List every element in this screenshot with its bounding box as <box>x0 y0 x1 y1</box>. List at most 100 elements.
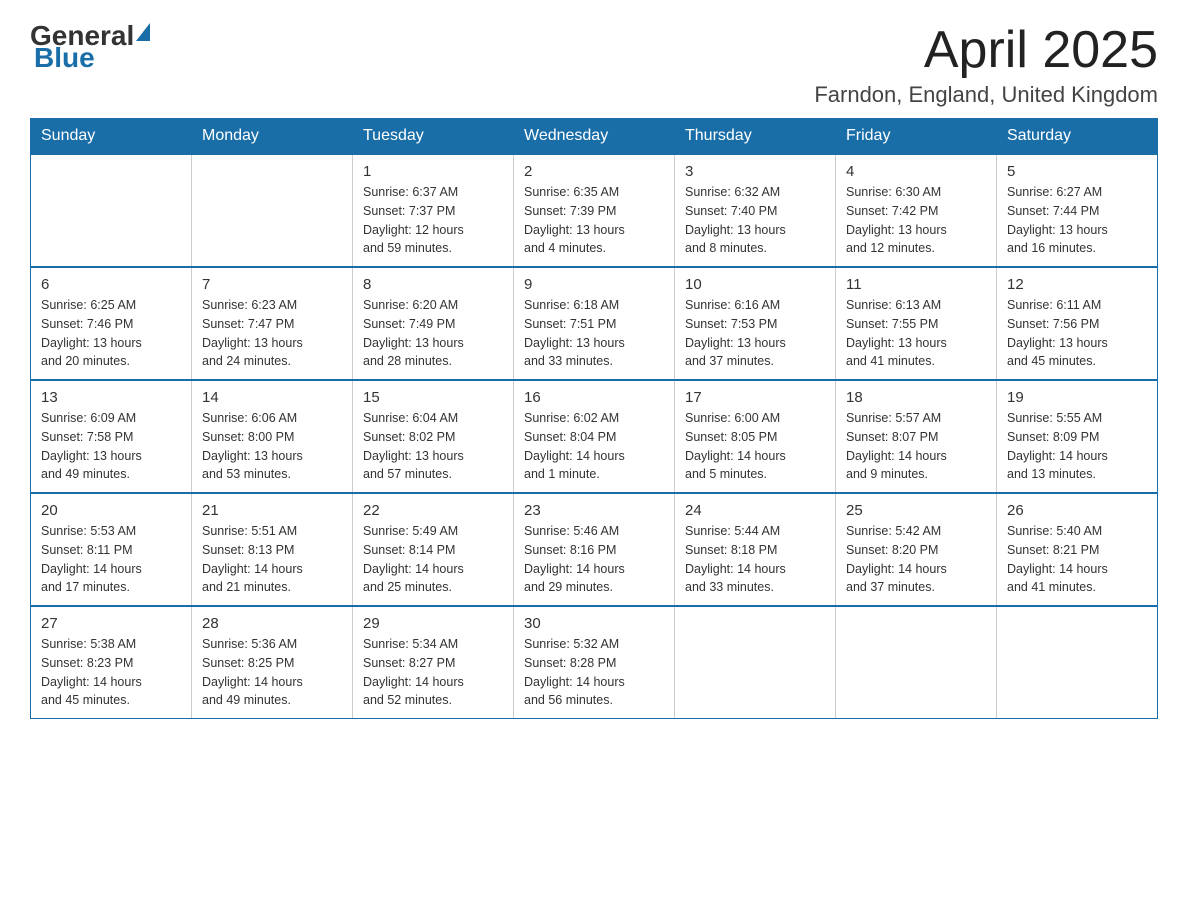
calendar-cell: 23 Sunrise: 5:46 AM Sunset: 8:16 PM Dayli… <box>514 493 675 606</box>
calendar-week-row: 27 Sunrise: 5:38 AM Sunset: 8:23 PM Dayli… <box>31 606 1158 719</box>
day-number: 2 <box>524 163 664 180</box>
calendar-week-row: 13 Sunrise: 6:09 AM Sunset: 7:58 PM Dayli… <box>31 380 1158 493</box>
day-info: Sunrise: 6:37 AM Sunset: 7:37 PM Dayligh… <box>363 183 503 258</box>
day-number: 12 <box>1007 276 1147 293</box>
calendar-day-header: Friday <box>836 119 997 155</box>
calendar-cell: 19 Sunrise: 5:55 AM Sunset: 8:09 PM Dayli… <box>997 380 1158 493</box>
calendar-cell: 6 Sunrise: 6:25 AM Sunset: 7:46 PM Daylig… <box>31 267 192 380</box>
calendar-day-header: Thursday <box>675 119 836 155</box>
calendar-cell <box>836 606 997 719</box>
day-number: 9 <box>524 276 664 293</box>
day-info: Sunrise: 6:06 AM Sunset: 8:00 PM Dayligh… <box>202 409 342 484</box>
calendar-cell: 9 Sunrise: 6:18 AM Sunset: 7:51 PM Daylig… <box>514 267 675 380</box>
day-info: Sunrise: 5:46 AM Sunset: 8:16 PM Dayligh… <box>524 522 664 597</box>
day-info: Sunrise: 6:18 AM Sunset: 7:51 PM Dayligh… <box>524 296 664 371</box>
calendar-cell: 18 Sunrise: 5:57 AM Sunset: 8:07 PM Dayli… <box>836 380 997 493</box>
calendar-cell: 12 Sunrise: 6:11 AM Sunset: 7:56 PM Dayli… <box>997 267 1158 380</box>
day-number: 3 <box>685 163 825 180</box>
day-number: 4 <box>846 163 986 180</box>
day-info: Sunrise: 5:40 AM Sunset: 8:21 PM Dayligh… <box>1007 522 1147 597</box>
calendar-cell: 7Sunrise: 6:23 AM Sunset: 7:47 PM Daylig… <box>192 267 353 380</box>
calendar-cell: 27 Sunrise: 5:38 AM Sunset: 8:23 PM Dayli… <box>31 606 192 719</box>
day-info: Sunrise: 5:38 AM Sunset: 8:23 PM Dayligh… <box>41 635 181 710</box>
calendar-cell: 28Sunrise: 5:36 AM Sunset: 8:25 PM Dayli… <box>192 606 353 719</box>
day-info: Sunrise: 6:23 AM Sunset: 7:47 PM Dayligh… <box>202 296 342 371</box>
logo: General Blue <box>30 20 152 74</box>
day-info: Sunrise: 6:16 AM Sunset: 7:53 PM Dayligh… <box>685 296 825 371</box>
day-number: 22 <box>363 502 503 519</box>
day-number: 17 <box>685 389 825 406</box>
day-number: 24 <box>685 502 825 519</box>
calendar-day-header: Monday <box>192 119 353 155</box>
day-info: Sunrise: 5:49 AM Sunset: 8:14 PM Dayligh… <box>363 522 503 597</box>
day-number: 26 <box>1007 502 1147 519</box>
calendar-cell <box>31 154 192 267</box>
day-number: 27 <box>41 615 181 632</box>
day-info: Sunrise: 6:30 AM Sunset: 7:42 PM Dayligh… <box>846 183 986 258</box>
calendar-table: SundayMondayTuesdayWednesdayThursdayFrid… <box>30 118 1158 719</box>
day-number: 5 <box>1007 163 1147 180</box>
day-info: Sunrise: 6:00 AM Sunset: 8:05 PM Dayligh… <box>685 409 825 484</box>
calendar-cell: 20 Sunrise: 5:53 AM Sunset: 8:11 PM Dayli… <box>31 493 192 606</box>
calendar-week-row: 1 Sunrise: 6:37 AM Sunset: 7:37 PM Daylig… <box>31 154 1158 267</box>
calendar-cell: 3 Sunrise: 6:32 AM Sunset: 7:40 PM Daylig… <box>675 154 836 267</box>
calendar-cell: 13 Sunrise: 6:09 AM Sunset: 7:58 PM Dayli… <box>31 380 192 493</box>
day-info: Sunrise: 6:35 AM Sunset: 7:39 PM Dayligh… <box>524 183 664 258</box>
day-number: 23 <box>524 502 664 519</box>
day-number: 19 <box>1007 389 1147 406</box>
day-info: Sunrise: 6:11 AM Sunset: 7:56 PM Dayligh… <box>1007 296 1147 371</box>
day-info: Sunrise: 6:04 AM Sunset: 8:02 PM Dayligh… <box>363 409 503 484</box>
day-info: Sunrise: 6:32 AM Sunset: 7:40 PM Dayligh… <box>685 183 825 258</box>
calendar-cell <box>675 606 836 719</box>
day-info: Sunrise: 6:25 AM Sunset: 7:46 PM Dayligh… <box>41 296 181 371</box>
day-number: 14 <box>202 389 342 406</box>
day-info: Sunrise: 5:53 AM Sunset: 8:11 PM Dayligh… <box>41 522 181 597</box>
day-info: Sunrise: 5:51 AM Sunset: 8:13 PM Dayligh… <box>202 522 342 597</box>
day-info: Sunrise: 6:02 AM Sunset: 8:04 PM Dayligh… <box>524 409 664 484</box>
month-title: April 2025 <box>814 20 1158 80</box>
day-number: 20 <box>41 502 181 519</box>
calendar-cell: 21 Sunrise: 5:51 AM Sunset: 8:13 PM Dayli… <box>192 493 353 606</box>
page-header: General Blue April 2025 Farndon, England… <box>30 20 1158 108</box>
day-info: Sunrise: 5:55 AM Sunset: 8:09 PM Dayligh… <box>1007 409 1147 484</box>
day-info: Sunrise: 6:09 AM Sunset: 7:58 PM Dayligh… <box>41 409 181 484</box>
calendar-week-row: 20 Sunrise: 5:53 AM Sunset: 8:11 PM Dayli… <box>31 493 1158 606</box>
day-number: 8 <box>363 276 503 293</box>
calendar-cell: 2 Sunrise: 6:35 AM Sunset: 7:39 PM Daylig… <box>514 154 675 267</box>
logo-triangle-icon <box>136 23 150 41</box>
calendar-cell: 17 Sunrise: 6:00 AM Sunset: 8:05 PM Dayli… <box>675 380 836 493</box>
calendar-cell: 30 Sunrise: 5:32 AM Sunset: 8:28 PM Dayli… <box>514 606 675 719</box>
calendar-cell: 4 Sunrise: 6:30 AM Sunset: 7:42 PM Daylig… <box>836 154 997 267</box>
day-info: Sunrise: 5:34 AM Sunset: 8:27 PM Dayligh… <box>363 635 503 710</box>
day-info: Sunrise: 5:44 AM Sunset: 8:18 PM Dayligh… <box>685 522 825 597</box>
calendar-cell: 26 Sunrise: 5:40 AM Sunset: 8:21 PM Dayli… <box>997 493 1158 606</box>
calendar-day-header: Saturday <box>997 119 1158 155</box>
title-block: April 2025 Farndon, England, United King… <box>814 20 1158 108</box>
day-info: Sunrise: 5:57 AM Sunset: 8:07 PM Dayligh… <box>846 409 986 484</box>
day-number: 29 <box>363 615 503 632</box>
day-number: 18 <box>846 389 986 406</box>
day-number: 30 <box>524 615 664 632</box>
day-number: 28 <box>202 615 342 632</box>
day-number: 21 <box>202 502 342 519</box>
calendar-header-row: SundayMondayTuesdayWednesdayThursdayFrid… <box>31 119 1158 155</box>
calendar-cell: 22 Sunrise: 5:49 AM Sunset: 8:14 PM Dayli… <box>353 493 514 606</box>
day-info: Sunrise: 5:42 AM Sunset: 8:20 PM Dayligh… <box>846 522 986 597</box>
calendar-cell: 10Sunrise: 6:16 AM Sunset: 7:53 PM Dayli… <box>675 267 836 380</box>
day-number: 25 <box>846 502 986 519</box>
day-info: Sunrise: 5:32 AM Sunset: 8:28 PM Dayligh… <box>524 635 664 710</box>
calendar-day-header: Sunday <box>31 119 192 155</box>
day-number: 6 <box>41 276 181 293</box>
calendar-cell <box>192 154 353 267</box>
calendar-cell: 15 Sunrise: 6:04 AM Sunset: 8:02 PM Dayli… <box>353 380 514 493</box>
calendar-cell: 29 Sunrise: 5:34 AM Sunset: 8:27 PM Dayli… <box>353 606 514 719</box>
calendar-cell: 5 Sunrise: 6:27 AM Sunset: 7:44 PM Daylig… <box>997 154 1158 267</box>
calendar-cell: 1 Sunrise: 6:37 AM Sunset: 7:37 PM Daylig… <box>353 154 514 267</box>
calendar-cell: 11Sunrise: 6:13 AM Sunset: 7:55 PM Dayli… <box>836 267 997 380</box>
day-number: 15 <box>363 389 503 406</box>
day-number: 13 <box>41 389 181 406</box>
day-info: Sunrise: 6:27 AM Sunset: 7:44 PM Dayligh… <box>1007 183 1147 258</box>
day-info: Sunrise: 6:13 AM Sunset: 7:55 PM Dayligh… <box>846 296 986 371</box>
day-number: 1 <box>363 163 503 180</box>
calendar-cell: 16Sunrise: 6:02 AM Sunset: 8:04 PM Dayli… <box>514 380 675 493</box>
